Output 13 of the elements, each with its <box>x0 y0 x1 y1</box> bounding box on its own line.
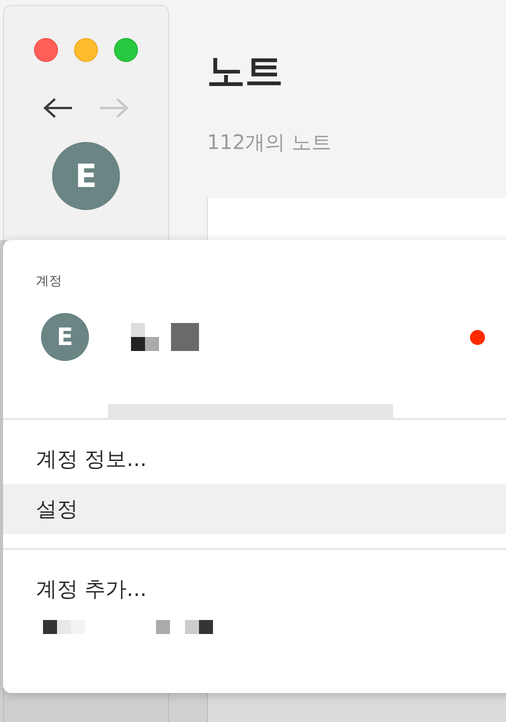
note-count: 112개의 노트 <box>207 129 333 156</box>
redacted-name-block <box>131 323 199 351</box>
account-avatar[interactable]: E <box>41 313 89 361</box>
window-control-dot[interactable] <box>34 38 58 62</box>
menu-heading: 계정 <box>36 273 63 290</box>
account-avatar[interactable]: E <box>52 142 120 210</box>
menu-item[interactable]: 계정 추가... <box>3 564 506 614</box>
menu-item[interactable]: 설정 <box>3 484 506 534</box>
window-control-dot[interactable] <box>74 38 98 62</box>
back-arrow-icon[interactable] <box>42 96 74 120</box>
window-control-dot[interactable] <box>114 38 138 62</box>
menu-item[interactable]: 계정 정보... <box>3 434 506 484</box>
page-title: 노트 <box>207 48 284 95</box>
